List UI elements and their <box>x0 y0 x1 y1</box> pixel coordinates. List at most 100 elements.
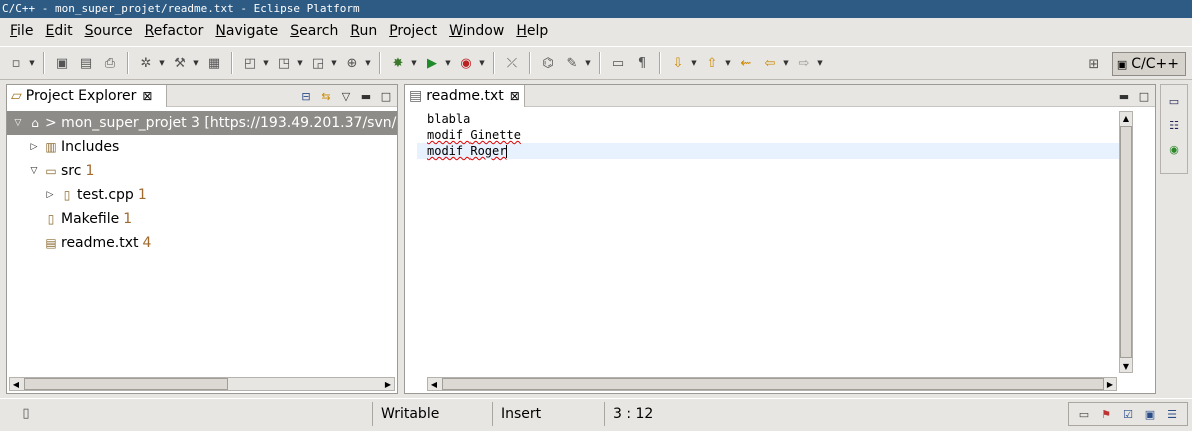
project-explorer-horizontal-scrollbar[interactable]: ◀ ▶ <box>9 377 395 391</box>
make-targets-icon[interactable]: ◉ <box>1166 141 1182 157</box>
collapse-all-icon[interactable]: ⊟ <box>299 89 313 103</box>
link-with-editor-icon[interactable]: ⇆ <box>319 89 333 103</box>
new-icon[interactable]: ▫ <box>6 53 26 73</box>
search-icon[interactable]: ✎ <box>562 53 582 73</box>
menu-project[interactable]: Project <box>383 18 443 44</box>
outline-icon[interactable]: ☷ <box>1166 117 1182 133</box>
editor-line[interactable]: modif Ginette <box>417 127 1121 143</box>
collapsed-twisty-icon[interactable]: ▷ <box>43 190 57 200</box>
tree-item[interactable]: ▽ ⌂ > mon_super_projet 3 [https://193.49.2… <box>7 111 397 135</box>
scroll-thumb[interactable] <box>442 378 1104 390</box>
tree-item[interactable]: ▷ ▥ Includes <box>7 135 397 159</box>
menu-window[interactable]: Window <box>443 18 510 44</box>
menu-run[interactable]: Run <box>344 18 383 44</box>
run-dropdown[interactable]: ▼ <box>444 53 452 73</box>
perspective-cpp-button[interactable]: ▣ C/C++ <box>1111 52 1186 76</box>
build-dropdown[interactable]: ▼ <box>192 53 200 73</box>
new-cpp-project-icon[interactable]: ◰ <box>240 53 260 73</box>
save-icon[interactable]: ▣ <box>52 53 72 73</box>
open-perspective-icon[interactable]: ⊞ <box>1084 54 1104 74</box>
minimize-icon[interactable]: ▬ <box>359 89 373 103</box>
close-icon[interactable]: ⊠ <box>510 89 520 103</box>
open-type-icon[interactable]: ⌬ <box>538 53 558 73</box>
tasks-icon[interactable]: ☑ <box>1119 405 1137 423</box>
tab-project-explorer[interactable]: ▱ Project Explorer ⊠ <box>7 85 167 107</box>
previous-annotation-dropdown[interactable]: ▼ <box>724 53 732 73</box>
new-folder-dropdown[interactable]: ▼ <box>296 53 304 73</box>
menu-search[interactable]: Search <box>284 18 344 44</box>
next-annotation-icon[interactable]: ⇩ <box>668 53 688 73</box>
tree-item[interactable]: ▯ Makefile 1 <box>7 207 397 231</box>
close-icon[interactable]: ⊠ <box>142 89 152 103</box>
restore-icon[interactable]: ▭ <box>1075 405 1093 423</box>
menu-navigate[interactable]: Navigate <box>209 18 284 44</box>
scroll-left-icon[interactable]: ◀ <box>428 378 440 390</box>
editor-horizontal-scrollbar[interactable]: ◀ ▶ <box>427 377 1117 391</box>
maximize-icon[interactable]: □ <box>1137 89 1151 103</box>
previous-annotation-icon[interactable]: ⇧ <box>702 53 722 73</box>
tree-item[interactable]: ▽ ▭ src 1 <box>7 159 397 183</box>
menu-help[interactable]: Help <box>510 18 554 44</box>
menu-edit[interactable]: Edit <box>39 18 78 44</box>
new-source-icon[interactable]: ⊕ <box>342 53 362 73</box>
scroll-right-icon[interactable]: ▶ <box>382 378 394 390</box>
binary-icon[interactable]: ▦ <box>204 53 224 73</box>
new-class-icon[interactable]: ◲ <box>308 53 328 73</box>
external-tools-icon[interactable]: ◉ <box>456 53 476 73</box>
new-folder-icon[interactable]: ◳ <box>274 53 294 73</box>
save-all-icon[interactable]: ▤ <box>76 53 96 73</box>
menu-refactor[interactable]: Refactor <box>139 18 210 44</box>
scroll-thumb[interactable] <box>1120 126 1132 358</box>
debug-icon[interactable]: ✸ <box>388 53 408 73</box>
editor-line[interactable]: modif Roger <box>417 143 1121 159</box>
debug-dropdown[interactable]: ▼ <box>410 53 418 73</box>
misspelled-word[interactable]: Roger <box>470 144 506 158</box>
new-source-dropdown[interactable]: ▼ <box>364 53 372 73</box>
expanded-twisty-icon[interactable]: ▽ <box>27 166 41 176</box>
minimize-icon[interactable]: ▬ <box>1117 89 1131 103</box>
skip-breakpoints-icon[interactable]: ⤫ <box>502 53 522 73</box>
editor-line[interactable]: blabla <box>417 111 1121 127</box>
tree-item[interactable]: ▤ readme.txt 4 <box>7 231 397 255</box>
back-dropdown[interactable]: ▼ <box>782 53 790 73</box>
menu-mnemonic: E <box>45 23 55 39</box>
restore-icon[interactable]: ▭ <box>1166 93 1182 109</box>
toggle-mark-occurrences-icon[interactable]: ▭ <box>608 53 628 73</box>
scroll-up-icon[interactable]: ▲ <box>1120 112 1132 124</box>
build-configs-dropdown[interactable]: ▼ <box>158 53 166 73</box>
expanded-twisty-icon[interactable]: ▽ <box>11 118 25 128</box>
scroll-thumb[interactable] <box>24 378 228 390</box>
new-dropdown[interactable]: ▼ <box>28 53 36 73</box>
misspelled-word[interactable]: Ginette <box>470 128 521 142</box>
scroll-left-icon[interactable]: ◀ <box>10 378 22 390</box>
fast-view-icon[interactable]: ▯ <box>16 404 36 424</box>
forward-dropdown[interactable]: ▼ <box>816 53 824 73</box>
show-whitespace-icon[interactable]: ¶ <box>632 53 652 73</box>
print-icon[interactable]: ⎙ <box>100 53 120 73</box>
view-menu-icon[interactable]: ▽ <box>339 89 353 103</box>
scroll-down-icon[interactable]: ▼ <box>1120 360 1132 372</box>
tree-item[interactable]: ▷ ▯ test.cpp 1 <box>7 183 397 207</box>
new-cpp-project-dropdown[interactable]: ▼ <box>262 53 270 73</box>
build-hammer-icon[interactable]: ⚒ <box>170 53 190 73</box>
menu-source[interactable]: Source <box>79 18 139 44</box>
search-dropdown[interactable]: ▼ <box>584 53 592 73</box>
maximize-icon[interactable]: □ <box>379 89 393 103</box>
new-class-dropdown[interactable]: ▼ <box>330 53 338 73</box>
external-tools-dropdown[interactable]: ▼ <box>478 53 486 73</box>
collapsed-twisty-icon[interactable]: ▷ <box>27 142 41 152</box>
problems-icon[interactable]: ⚑ <box>1097 405 1115 423</box>
menu-file[interactable]: File <box>4 18 39 44</box>
back-icon[interactable]: ⇦ <box>760 53 780 73</box>
forward-icon[interactable]: ⇨ <box>794 53 814 73</box>
last-edit-location-icon[interactable]: ⇜ <box>736 53 756 73</box>
text-editor[interactable]: blabla modif Ginette modif Roger <box>417 111 1121 375</box>
scroll-right-icon[interactable]: ▶ <box>1104 378 1116 390</box>
next-annotation-dropdown[interactable]: ▼ <box>690 53 698 73</box>
editor-vertical-scrollbar[interactable]: ▲ ▼ <box>1119 111 1133 373</box>
properties-icon[interactable]: ☰ <box>1163 405 1181 423</box>
build-configs-icon[interactable]: ✲ <box>136 53 156 73</box>
console-icon[interactable]: ▣ <box>1141 405 1159 423</box>
run-icon[interactable]: ▶ <box>422 53 442 73</box>
tab-readme-txt[interactable]: ▤ readme.txt ⊠ <box>405 85 525 107</box>
